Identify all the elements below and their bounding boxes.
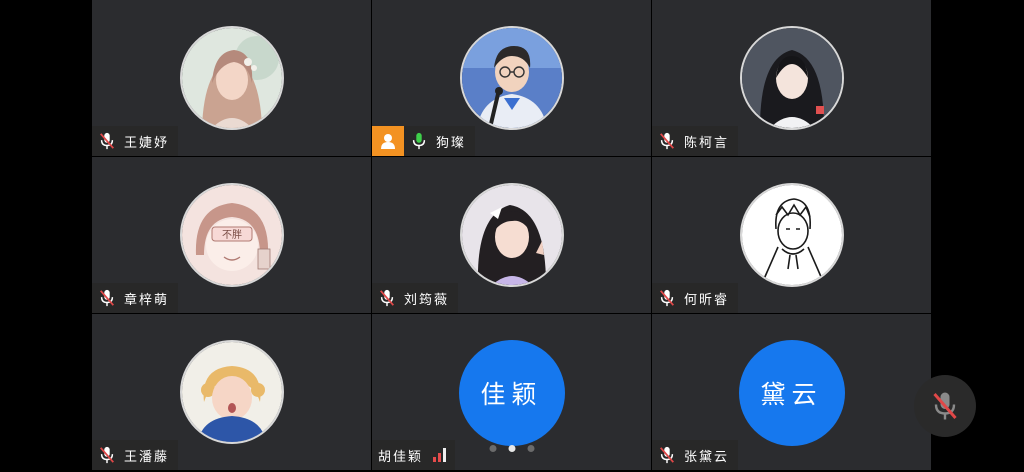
avatar (179, 26, 284, 130)
participant-tile[interactable]: 佳颖 胡佳颖 (372, 314, 651, 470)
avatar: 黛云 (738, 340, 845, 446)
participant-name: 狗璨 (436, 135, 467, 151)
avatar (739, 26, 844, 130)
mic-muted-icon (933, 392, 957, 420)
participant-label: 章梓萌 (92, 283, 179, 313)
mic-muted-icon (100, 446, 114, 464)
video-grid: 王婕妤 狗璨 陈柯言 不胖 章梓萌 刘筠薇 何昕睿 王潘藤 佳颖 胡佳颖 黛云 … (92, 0, 931, 472)
participant-label: 胡佳颖 (372, 440, 456, 470)
sign-text: 不胖 (222, 229, 242, 241)
mic-muted-icon (660, 132, 674, 150)
mic-muted-icon (660, 446, 674, 464)
participant-tile[interactable]: 王婕妤 (92, 0, 371, 156)
avatar (179, 340, 284, 444)
participant-tile[interactable]: 狗璨 (372, 0, 651, 156)
mic-muted-icon (100, 289, 114, 307)
participant-label: 刘筠薇 (372, 283, 459, 313)
participant-name: 陈柯言 (684, 135, 730, 151)
page-indicator[interactable] (489, 445, 534, 452)
mute-toggle-button[interactable] (914, 375, 976, 437)
participant-label: 张黛云 (652, 440, 739, 470)
participant-name: 胡佳颖 (378, 449, 424, 465)
mic-muted-icon (660, 289, 674, 307)
avatar: 佳颖 (458, 340, 565, 446)
participant-tile[interactable]: 不胖 章梓萌 (92, 157, 371, 313)
participant-name: 王婕妤 (124, 135, 170, 151)
host-user-icon (381, 134, 395, 149)
participant-tile[interactable]: 陈柯言 (652, 0, 931, 156)
participant-name: 王潘藤 (124, 449, 170, 465)
participant-name: 张黛云 (684, 449, 730, 465)
participant-label: 陈柯言 (652, 126, 739, 156)
avatar (459, 26, 564, 130)
participant-tile[interactable]: 刘筠薇 (372, 157, 651, 313)
participant-tile[interactable]: 王潘藤 (92, 314, 371, 470)
mic-icon (412, 132, 426, 150)
signal-bars-icon (433, 448, 447, 462)
participant-label: 王潘藤 (92, 440, 179, 470)
participant-tile[interactable]: 何昕睿 (652, 157, 931, 313)
avatar (739, 183, 844, 287)
avatar: 不胖 (179, 183, 284, 287)
page-dot[interactable] (527, 445, 534, 452)
avatar (459, 183, 564, 287)
mic-muted-icon (380, 289, 394, 307)
participant-name: 章梓萌 (124, 292, 170, 308)
participant-name: 刘筠薇 (404, 292, 450, 308)
participant-label: 王婕妤 (92, 126, 179, 156)
mic-muted-icon (100, 132, 114, 150)
participant-label: 狗璨 (404, 126, 476, 156)
host-badge (372, 126, 404, 156)
participant-tile[interactable]: 黛云 张黛云 (652, 314, 931, 470)
participant-name: 何昕睿 (684, 292, 730, 308)
page-dot[interactable] (489, 445, 496, 452)
page-dot-active[interactable] (508, 445, 515, 452)
participant-label: 何昕睿 (652, 283, 739, 313)
